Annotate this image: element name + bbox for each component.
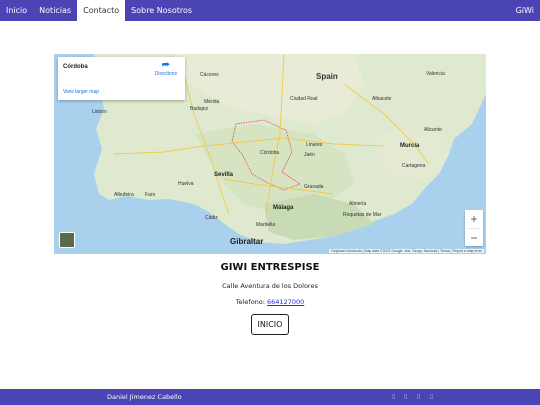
directions-button[interactable]: ⮫ Directions — [155, 60, 177, 77]
social-icon-1[interactable]: ▯ — [392, 393, 395, 400]
map-label-alicante: Alicante — [424, 127, 442, 133]
footer: Daniel Jimenez Cabello ▯ ▯ ▯ ▯ — [0, 389, 540, 405]
social-icon-4[interactable]: ▯ — [430, 393, 433, 400]
map-label-gibraltar: Gibraltar — [230, 237, 264, 246]
map-label-badajoz: Badajoz — [190, 106, 209, 112]
map-attribution[interactable]: Keyboard shortcuts | Map data ©2023 Goog… — [329, 249, 484, 253]
company-name: GIWI ENTRESPISE — [220, 262, 320, 273]
satellite-toggle[interactable] — [59, 232, 75, 248]
map-label-linares: Linares — [306, 142, 323, 148]
map-label-murcia: Murcia — [400, 143, 420, 149]
inicio-button[interactable]: INICIO — [251, 314, 289, 335]
top-navbar: Inicio Noticias Contacto Sobre Nosotros … — [0, 0, 540, 21]
map-label-valencia: Valencia — [426, 71, 445, 77]
zoom-out-button[interactable]: − — [465, 229, 483, 247]
map-label-albufeira: Albufeira — [114, 192, 134, 198]
company-address: Calle Aventura de los Dolores — [222, 282, 318, 290]
nav-noticias[interactable]: Noticias — [33, 0, 77, 21]
directions-icon: ⮫ — [161, 60, 171, 70]
map-label-cartagena: Cartagena — [402, 163, 426, 169]
company-phone: Telefono: 664127000 — [0, 298, 540, 306]
map-place-card: Córdoba ⮫ Directions View larger map — [58, 57, 185, 100]
nav-inicio[interactable]: Inicio — [0, 0, 33, 21]
map-label-caceres: Cáceres — [200, 72, 219, 78]
map-label-albacete: Albacete — [372, 96, 392, 102]
footer-author: Daniel Jimenez Cabello — [107, 393, 182, 401]
directions-label: Directions — [154, 71, 177, 77]
nav-contacto[interactable]: Contacto — [77, 0, 126, 21]
social-icon-2[interactable]: ▯ — [404, 393, 407, 400]
map-zoom-control: + − — [465, 210, 483, 246]
map-label-lisbon: Lisbon — [92, 109, 107, 115]
map-label-spain: Spain — [316, 72, 338, 81]
map-label-ciudad-real: Ciudad Real — [290, 96, 318, 102]
map-label-roquetas: Roquetas de Mar — [343, 212, 382, 218]
view-larger-map-link[interactable]: View larger map — [63, 89, 99, 95]
social-icon-3[interactable]: ▯ — [417, 393, 420, 400]
map-label-jaen: Jaén — [304, 152, 315, 158]
map-label-cordoba: Córdoba — [260, 150, 280, 156]
map-label-malaga: Málaga — [273, 205, 294, 211]
map-label-merida: Mérida — [204, 99, 220, 105]
map-label-faro: Faro — [145, 192, 156, 198]
map-label-sevilla: Sevilla — [214, 172, 234, 178]
map-label-huelva: Huelva — [178, 181, 194, 187]
zoom-in-button[interactable]: + — [465, 210, 483, 228]
map-label-granada: Granada — [304, 184, 324, 190]
map-label-cadiz: Cádiz — [205, 215, 218, 221]
embedded-map[interactable]: Spain Cáceres Valencia Lisbon Mérida Bad… — [54, 54, 486, 254]
map-label-almeria: Almería — [349, 201, 367, 207]
nav-sobre-nosotros[interactable]: Sobre Nosotros — [125, 0, 198, 21]
map-place-name: Córdoba — [63, 64, 88, 70]
phone-label: Telefono: — [235, 298, 268, 306]
map-label-marbella: Marbella — [256, 222, 276, 228]
phone-link[interactable]: 664127000 — [267, 298, 304, 306]
brand-link[interactable]: GiWi — [510, 0, 540, 21]
